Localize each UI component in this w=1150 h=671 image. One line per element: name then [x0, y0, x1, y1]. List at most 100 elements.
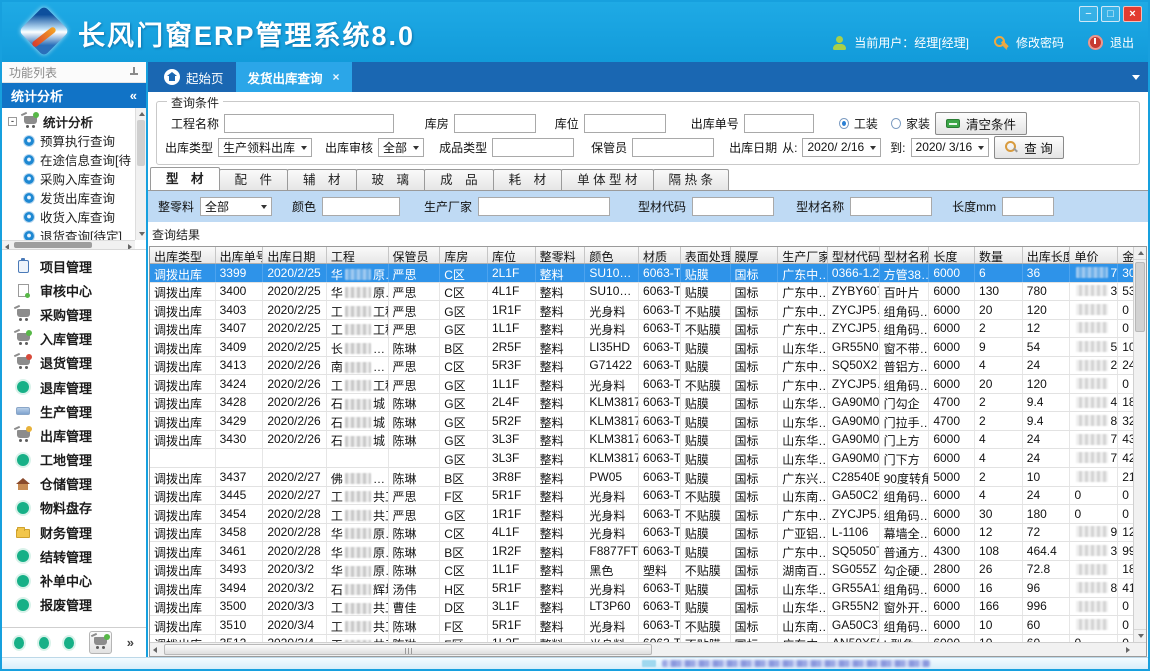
sidebar-item-退货管理[interactable]: 退货管理: [2, 351, 146, 375]
tree-horizontal-scrollbar[interactable]: [2, 240, 135, 249]
column-header[interactable]: 膜厚: [731, 247, 779, 263]
sidebar-item-财务管理[interactable]: 财务管理: [2, 520, 146, 544]
column-header[interactable]: 出库单号: [216, 247, 264, 263]
table-row[interactable]: 调拨出库34292020/2/26石城陈琳G区5R2F整料KLM38176063…: [150, 412, 1146, 431]
table-row[interactable]: 调拨出库34452020/2/27工共工程严思F区5R1F整料光身料6063-T…: [150, 487, 1146, 506]
table-row[interactable]: 调拨出库34372020/2/27佛…陈琳B区3R8F整料PW056063-T5…: [150, 468, 1146, 487]
warehouse-input[interactable]: [454, 114, 536, 133]
sidebar-item-审核中心[interactable]: 审核中心: [2, 278, 146, 302]
scrollbar-thumb[interactable]: [14, 242, 92, 248]
table-row[interactable]: 调拨出库34542020/2/28工共工程严思G区1R1F整料光身料6063-T…: [150, 505, 1146, 524]
column-header[interactable]: 保管员: [389, 247, 441, 263]
tab-home[interactable]: 起始页: [152, 62, 236, 92]
tree-item[interactable]: 收货入库查询: [8, 207, 132, 226]
table-row[interactable]: 调拨出库35122020/3/4工共工程陈琳F区1L2F整料光身料6063-T5…: [150, 635, 1146, 642]
table-vertical-scrollbar[interactable]: [1133, 247, 1146, 642]
change-password-link[interactable]: 修改密码: [1016, 34, 1064, 51]
tree-item[interactable]: 在途信息查询[待: [8, 150, 132, 169]
out-type-select[interactable]: 生产领料出库: [218, 138, 312, 157]
scroll-right-icon[interactable]: [128, 244, 132, 250]
table-row[interactable]: 调拨出库34942020/3/2石辉城汤伟H区5R1F整料光身料6063-T5贴…: [150, 579, 1146, 598]
table-row[interactable]: 调拨出库34072020/2/25工工程严思G区1L1F整料光身料6063-T5…: [150, 320, 1146, 339]
scrollbar-thumb[interactable]: [1135, 262, 1145, 332]
profile-code-input[interactable]: [692, 197, 774, 216]
audit-select[interactable]: 全部: [378, 138, 424, 157]
date-to-select[interactable]: 2020/ 3/16: [911, 138, 990, 157]
location-input[interactable]: [584, 114, 666, 133]
sidebar-item-项目管理[interactable]: 项目管理: [2, 254, 146, 278]
scroll-down-icon[interactable]: [139, 232, 145, 236]
column-header[interactable]: 工程: [327, 247, 389, 263]
tree-root[interactable]: - 统计分析: [8, 111, 132, 131]
table-row[interactable]: 调拨出库34282020/2/26石城陈琳G区2L4F整料KLM38176063…: [150, 394, 1146, 413]
sidebar-item-退库管理[interactable]: 退库管理: [2, 375, 146, 399]
length-input[interactable]: [1002, 197, 1054, 216]
date-from-select[interactable]: 2020/ 2/16: [802, 138, 881, 157]
sidebar-item-出库管理[interactable]: 出库管理: [2, 423, 146, 447]
table-horizontal-scrollbar[interactable]: [150, 642, 1146, 656]
search-button[interactable]: 查 询: [994, 136, 1063, 159]
material-tab[interactable]: 玻 璃: [356, 169, 426, 190]
close-button[interactable]: ×: [1123, 6, 1142, 22]
tree-item[interactable]: 采购入库查询: [8, 169, 132, 188]
sidebar-item-生产管理[interactable]: 生产管理: [2, 399, 146, 423]
maximize-button[interactable]: □: [1101, 6, 1120, 22]
column-header[interactable]: 生产厂家: [778, 247, 828, 263]
table-row[interactable]: 调拨出库35002020/3/3工共工程曹佳D区3L1F整料LT3P606063…: [150, 598, 1146, 617]
pin-icon[interactable]: [129, 67, 139, 77]
material-tab[interactable]: 单 体 型 材: [561, 169, 653, 190]
close-tab-icon[interactable]: ×: [333, 70, 340, 84]
product-type-input[interactable]: [492, 138, 574, 157]
table-row[interactable]: 调拨出库34002020/2/25华原…严思C区4L1F整料SU10…6063-…: [150, 283, 1146, 302]
table-row[interactable]: G区3L3F整料KLM38176063-T5贴膜国标山东华…GA90M09.门下…: [150, 449, 1146, 468]
column-header[interactable]: 出库日期: [263, 247, 327, 263]
tree-expander-icon[interactable]: -: [8, 117, 17, 126]
tree-item[interactable]: 发货出库查询: [8, 188, 132, 207]
table-row[interactable]: 调拨出库34582020/2/28华原…陈琳C区4L1F整料光身料6063-T5…: [150, 524, 1146, 543]
whole-piece-select[interactable]: 全部: [200, 197, 272, 216]
column-header[interactable]: 库位: [488, 247, 536, 263]
table-row[interactable]: 调拨出库34032020/2/25工工程严思G区1R1F整料光身料6063-T5…: [150, 301, 1146, 320]
scroll-left-icon[interactable]: [5, 244, 9, 250]
sidebar-item-工地管理[interactable]: 工地管理: [2, 448, 146, 472]
column-header[interactable]: 型材代码: [828, 247, 880, 263]
cart-mini-button[interactable]: [89, 631, 111, 654]
material-tab[interactable]: 隔 热 条: [653, 169, 729, 190]
more-chevrons[interactable]: »: [127, 635, 134, 650]
sidebar-item-报废管理[interactable]: 报废管理: [2, 593, 146, 617]
maker-input[interactable]: [478, 197, 610, 216]
material-tab[interactable]: 耗 材: [493, 169, 563, 190]
sidebar-item-结转管理[interactable]: 结转管理: [2, 544, 146, 568]
dot-icon[interactable]: [14, 637, 24, 649]
scroll-up-icon[interactable]: [1138, 251, 1144, 255]
material-tab[interactable]: 成 品: [424, 169, 494, 190]
tab-shipping-outbound-query[interactable]: 发货出库查询 ×: [236, 62, 352, 92]
column-header[interactable]: 表面处理: [681, 247, 731, 263]
dot-icon[interactable]: [64, 637, 74, 649]
column-header[interactable]: 长度: [929, 247, 975, 263]
column-header[interactable]: 出库类型: [150, 247, 216, 263]
column-header[interactable]: 单价: [1070, 247, 1118, 263]
tree-item[interactable]: 预算执行查询: [8, 131, 132, 150]
table-row[interactable]: 调拨出库34932020/3/2华原…陈琳C区1L1F整料黑色塑料不贴膜国标湖南…: [150, 561, 1146, 580]
radio-industrial[interactable]: [839, 118, 849, 129]
material-tab[interactable]: 型 材: [150, 167, 220, 190]
material-tab[interactable]: 配 件: [219, 169, 289, 190]
sidebar-item-物料盘存[interactable]: 物料盘存: [2, 496, 146, 520]
profile-name-input[interactable]: [850, 197, 932, 216]
column-header[interactable]: 库房: [440, 247, 488, 263]
sidebar-item-仓储管理[interactable]: 仓储管理: [2, 472, 146, 496]
radio-home[interactable]: [891, 118, 901, 129]
material-tab[interactable]: 辅 材: [287, 169, 357, 190]
project-name-input[interactable]: [224, 114, 394, 133]
table-row[interactable]: 调拨出库34612020/2/28华原…陈琳B区1R2F整料F8877FT606…: [150, 542, 1146, 561]
order-no-input[interactable]: [744, 114, 814, 133]
column-header[interactable]: 整零料: [536, 247, 586, 263]
sidebar-item-入库管理[interactable]: 入库管理: [2, 327, 146, 351]
sidebar-group-header[interactable]: 统计分析 «: [2, 83, 146, 108]
collapse-icon[interactable]: «: [130, 88, 137, 103]
scroll-left-icon[interactable]: [153, 647, 157, 653]
scrollbar-thumb[interactable]: [164, 644, 652, 655]
column-header[interactable]: 型材名称: [880, 247, 930, 263]
table-row[interactable]: 调拨出库34242020/2/26工工程严思G区1L1F整料光身料6063-T5…: [150, 375, 1146, 394]
